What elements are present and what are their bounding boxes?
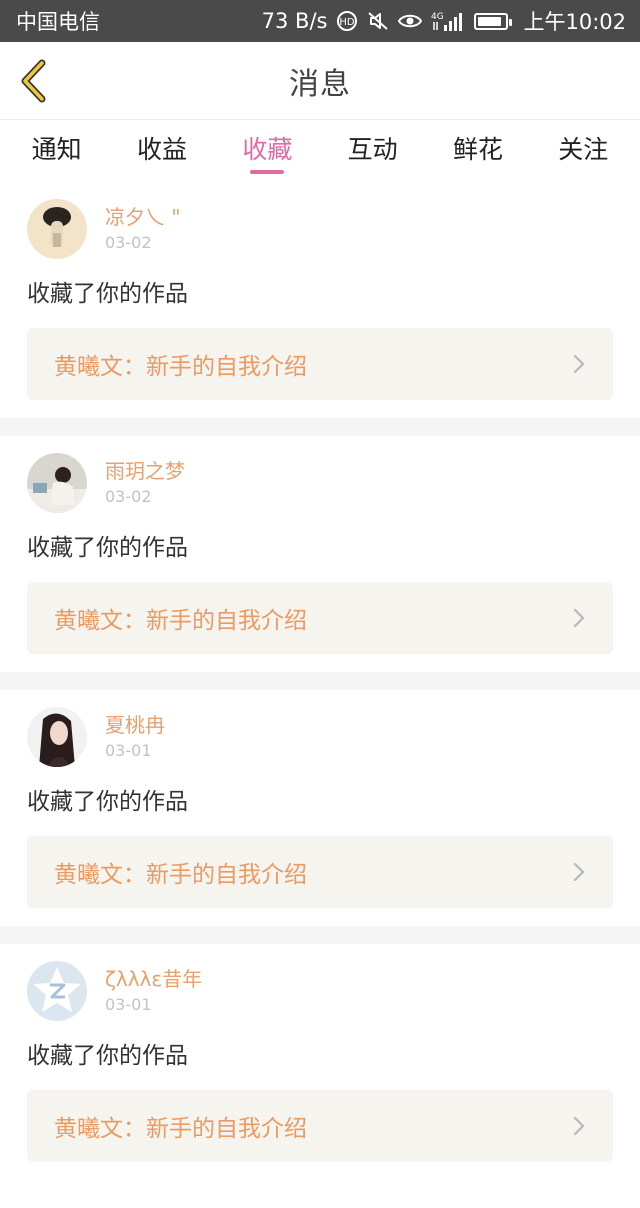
work-title: 黄曦文：新手的自我介绍 [54,608,307,634]
username[interactable]: 夏桃冉 [105,711,165,739]
action-text: 收藏了你的作品 [27,1043,188,1069]
tab-interaction[interactable]: 互动 [320,120,425,182]
message-date: 03-01 [105,995,152,1014]
clock: 上午10:02 [523,10,626,34]
action-text: 收藏了你的作品 [27,789,188,815]
user-meta: 凉夕乀 " 03-02 [105,203,181,255]
tab-follow[interactable]: 关注 [531,120,636,182]
user-row: 雨玥之梦 03-02 [27,450,613,516]
tab-earnings[interactable]: 收益 [109,120,214,182]
message-list: 凉夕乀 " 03-02 收藏了你的作品 黄曦文：新手的自我介绍 雨玥之梦 03-02 收藏了… [0,182,640,1180]
message-card: 凉夕乀 " 03-02 收藏了你的作品黄曦文：新手的自我介绍 [0,182,640,418]
message-date: 03-01 [105,741,152,760]
status-icons: 73 B/s HD 4G 上午10:02 [262,6,626,36]
work-link[interactable]: 黄曦文：新手的自我介绍 [27,1090,613,1162]
chevron-right-icon [571,352,587,376]
header: 消息 [0,42,640,120]
avatar[interactable] [27,199,87,259]
net-speed: 73 B/s [261,9,328,33]
tab-bar: 通知 收益 收藏 互动 鲜花 关注 [0,120,640,182]
username[interactable]: ζλλλε昔年 [105,965,202,993]
carrier-label: 中国电信 [16,10,100,34]
work-link[interactable]: 黄曦文：新手的自我介绍 [27,328,613,400]
tab-label: 通知 [31,135,82,164]
message-date: 03-02 [105,487,152,506]
chevron-right-icon [571,1114,587,1138]
message-card: 夏桃冉 03-01 收藏了你的作品黄曦文：新手的自我介绍 [0,690,640,926]
work-link[interactable]: 黄曦文：新手的自我介绍 [27,582,613,654]
user-row: 夏桃冉 03-01 [27,704,613,770]
page-title: 消息 [289,66,351,102]
card-separator [0,672,640,690]
tab-favorites[interactable]: 收藏 [215,120,320,182]
work-title: 黄曦文：新手的自我介绍 [54,862,307,888]
tab-label: 收藏 [242,135,293,164]
user-row: 凉夕乀 " 03-02 [27,196,613,262]
svg-text:HD: HD [340,17,356,28]
action-text: 收藏了你的作品 [27,281,188,307]
avatar[interactable] [27,961,87,1021]
chevron-right-icon [571,860,587,884]
message-card: 雨玥之梦 03-02 收藏了你的作品黄曦文：新手的自我介绍 [0,436,640,672]
tab-label: 关注 [558,135,609,164]
user-meta: 夏桃冉 03-01 [105,711,165,763]
avatar[interactable] [27,453,87,513]
back-arrow-icon [21,59,46,103]
back-button[interactable] [16,58,50,104]
tab-label: 鲜花 [452,135,503,164]
message-date: 03-02 [105,233,152,252]
battery-icon [474,12,513,30]
avatar[interactable] [27,707,87,767]
work-title: 黄曦文：新手的自我介绍 [54,354,307,380]
tab-notice[interactable]: 通知 [4,120,109,182]
hd-call-icon: HD [336,10,358,32]
tab-label: 收益 [136,135,187,164]
network-type-label: 4G [431,12,444,22]
message-card: ζλλλε昔年 03-01 收藏了你的作品黄曦文：新手的自我介绍 [0,944,640,1180]
mute-icon [367,10,389,32]
tab-flowers[interactable]: 鲜花 [425,120,530,182]
card-separator [0,926,640,944]
user-row: ζλλλε昔年 03-01 [27,958,613,1024]
action-text: 收藏了你的作品 [27,535,188,561]
username[interactable]: 雨玥之梦 [105,457,185,485]
work-title: 黄曦文：新手的自我介绍 [54,1116,307,1142]
eye-icon [398,12,423,30]
card-separator [0,418,640,436]
signal-icon: 4G [431,10,465,32]
chevron-right-icon [571,606,587,630]
username[interactable]: 凉夕乀 " [105,203,181,231]
tab-label: 互动 [347,135,398,164]
user-meta: 雨玥之梦 03-02 [105,457,185,509]
user-meta: ζλλλε昔年 03-01 [105,965,202,1017]
active-tab-indicator [250,170,285,174]
status-bar: 中国电信 73 B/s HD 4G 上午10:02 [0,0,640,42]
work-link[interactable]: 黄曦文：新手的自我介绍 [27,836,613,908]
